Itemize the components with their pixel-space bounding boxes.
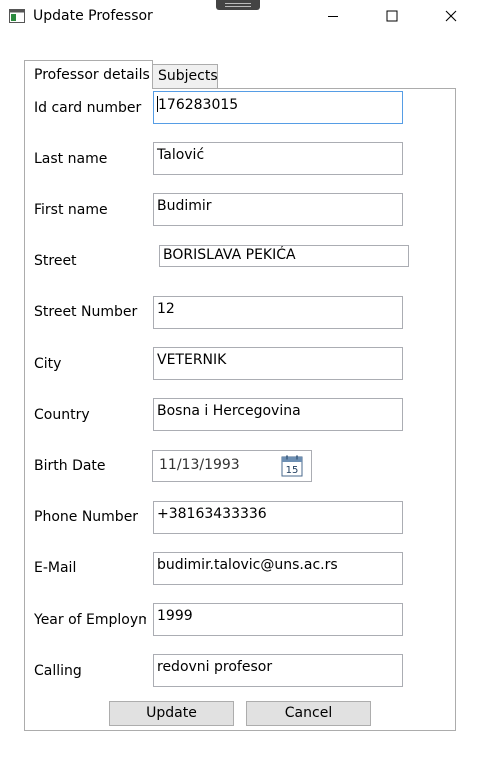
birth-date-label: Birth Date (34, 458, 106, 474)
tab-subjects[interactable]: Subjects (152, 64, 218, 88)
phone-input[interactable]: +38163433336 (153, 501, 403, 534)
first-name-label: First name (34, 202, 108, 218)
street-label: Street (34, 253, 77, 269)
tab-label: Subjects (158, 68, 218, 84)
phone-label: Phone Number (34, 509, 139, 525)
maximize-button[interactable] (369, 0, 415, 32)
city-input[interactable]: VETERNIK (153, 347, 403, 380)
id-card-value: 176283015 (158, 97, 239, 113)
year-employment-label: Year of Employment (34, 612, 146, 628)
calendar-day: 15 (286, 465, 299, 476)
app-icon (9, 9, 25, 23)
last-name-input[interactable]: Talović (153, 142, 403, 175)
street-number-input[interactable]: 12 (153, 296, 403, 329)
calendar-icon[interactable]: 15 (281, 455, 303, 477)
tab-label: Professor details (34, 67, 150, 83)
birth-date-picker[interactable]: 11/13/1993 15 (152, 450, 312, 482)
birth-date-value: 11/13/1993 (159, 457, 240, 473)
minimize-button[interactable] (310, 0, 356, 32)
year-employment-input[interactable]: 1999 (153, 603, 403, 636)
calling-label: Calling (34, 663, 82, 679)
country-label: Country (34, 407, 90, 423)
id-card-input[interactable]: 176283015 (153, 91, 403, 124)
title-bar[interactable]: Update Professor (0, 0, 480, 32)
close-button[interactable] (428, 0, 474, 32)
email-label: E-Mail (34, 560, 77, 576)
street-input[interactable]: BORISLAVA PEKIĆA (159, 245, 409, 267)
close-icon (445, 10, 457, 22)
city-label: City (34, 356, 62, 372)
email-input[interactable]: budimir.talovic@uns.ac.rs (153, 552, 403, 585)
id-card-label: Id card number (34, 100, 142, 116)
street-number-label: Street Number (34, 304, 138, 320)
first-name-input[interactable]: Budimir (153, 193, 403, 226)
calling-input[interactable]: redovni profesor (153, 654, 403, 687)
drag-grip[interactable] (216, 0, 260, 10)
cancel-button[interactable]: Cancel (246, 701, 371, 726)
maximize-icon (386, 10, 398, 22)
minimize-icon (328, 16, 338, 17)
window-title: Update Professor (33, 8, 153, 24)
tab-professor-details[interactable]: Professor details (24, 60, 153, 89)
last-name-label: Last name (34, 151, 108, 167)
country-input[interactable]: Bosna i Hercegovina (153, 398, 403, 431)
update-button[interactable]: Update (109, 701, 234, 726)
